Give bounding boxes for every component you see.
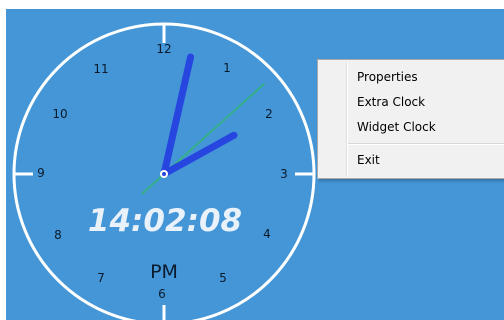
menu-item-extra-clock[interactable]: Extra Clock: [318, 90, 504, 115]
clock-number-7: 7: [97, 271, 105, 285]
minute-hand: [160, 53, 195, 178]
menu-separator: [348, 143, 504, 145]
clock-number-12: 12: [156, 42, 171, 56]
clock-number-1: 1: [223, 61, 231, 75]
menu-item-properties[interactable]: Properties: [318, 65, 504, 90]
digital-time: 14:02:08: [88, 203, 242, 239]
context-menu: Properties Extra Clock Widget Clock Exit: [317, 59, 504, 179]
clock-number-9: 9: [37, 166, 45, 180]
clock-number-5: 5: [219, 271, 227, 285]
clock-center-pin-inner: [162, 172, 166, 176]
clock-number-8: 8: [54, 228, 62, 242]
clock-number-11: 11: [93, 62, 108, 76]
desktop-background: 12 1 2 3 4 5 6 7 8 9 10 11 14:02:08 PM P…: [6, 9, 504, 320]
clock-number-3: 3: [280, 167, 288, 181]
clock-number-2: 2: [265, 107, 273, 121]
am-pm-indicator: PM: [150, 261, 178, 283]
menu-item-widget-clock[interactable]: Widget Clock: [318, 115, 504, 140]
menu-item-exit[interactable]: Exit: [318, 148, 504, 173]
clock-number-4: 4: [263, 227, 271, 241]
clock-number-6: 6: [158, 287, 166, 301]
clock-number-10: 10: [52, 107, 67, 121]
second-hand: [141, 82, 265, 195]
